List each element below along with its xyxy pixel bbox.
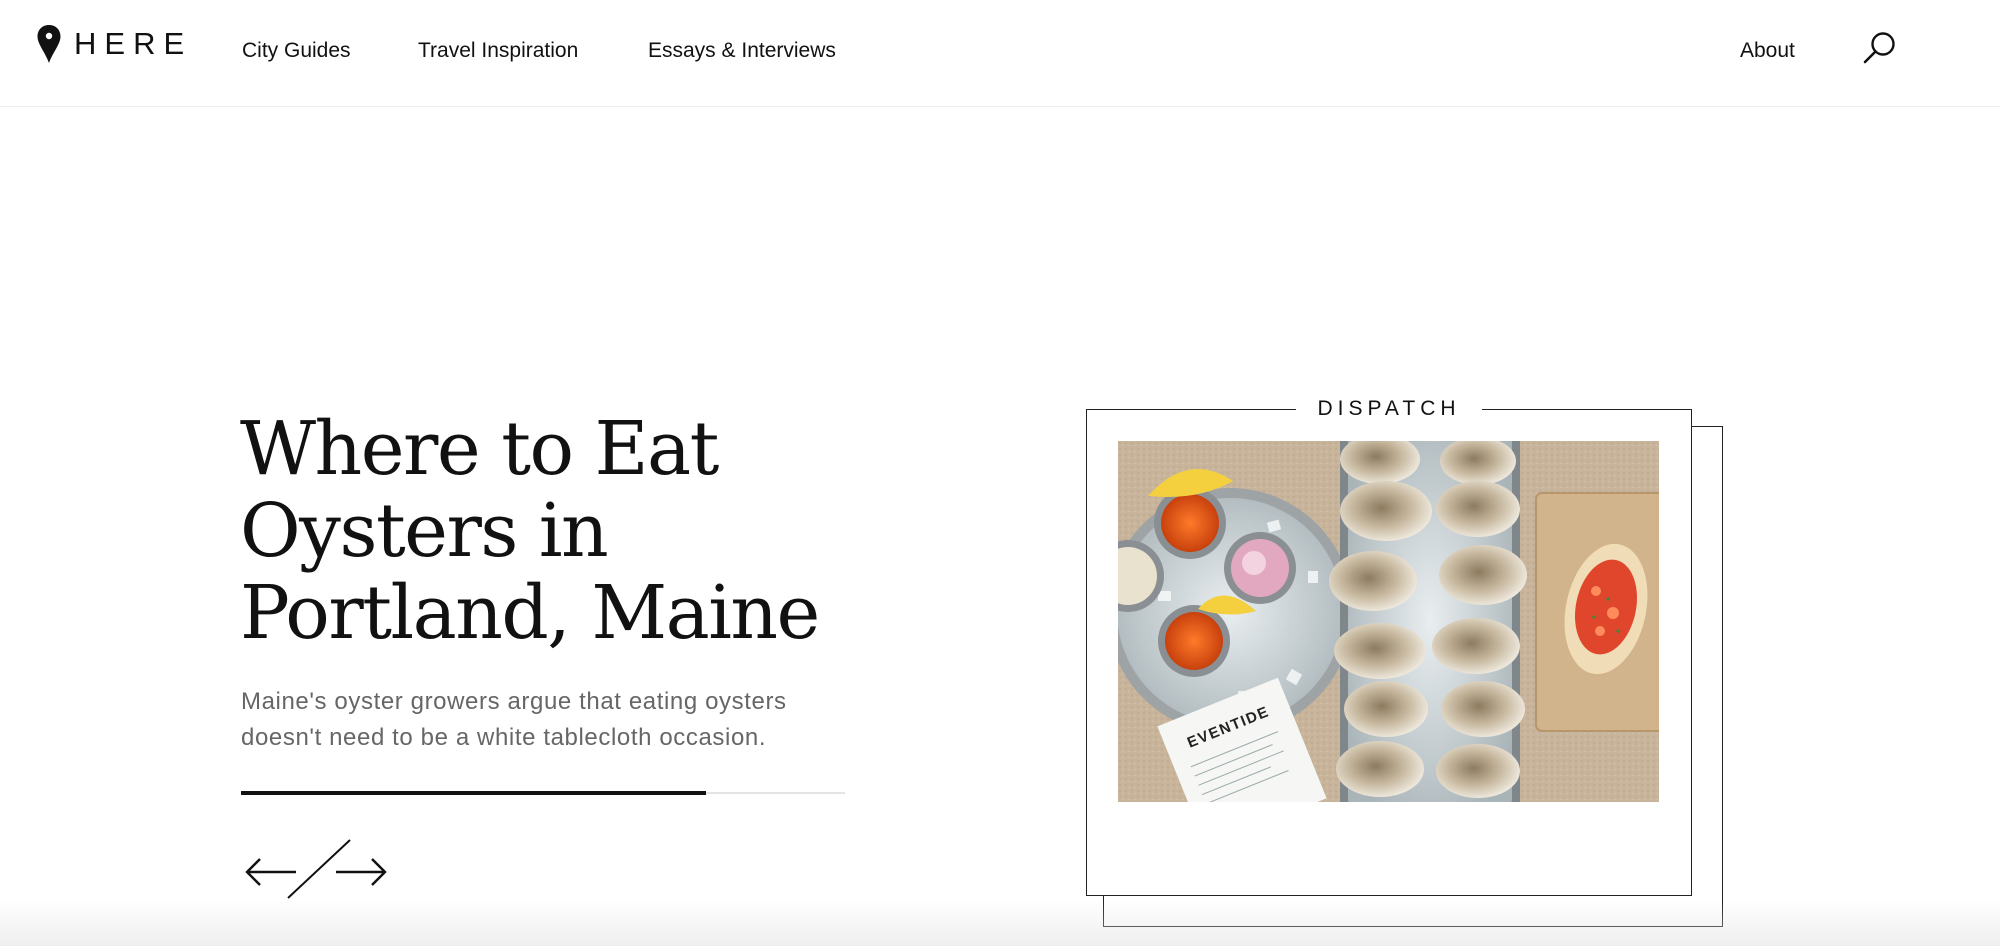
article-dek: Maine's oyster growers argue that eating… [241, 688, 787, 751]
arrow-right-icon[interactable] [334, 854, 388, 890]
oyster-platter-image: EVENTIDE [1118, 441, 1659, 802]
article-title[interactable]: Where to Eat Oysters in Portland, Maine [240, 408, 880, 654]
logo-text: HERE [74, 26, 193, 61]
card-kicker: DISPATCH [1296, 394, 1482, 424]
nav-city-guides[interactable]: City Guides [242, 36, 351, 66]
home-logo-link[interactable]: HERE [36, 24, 192, 64]
search-icon[interactable] [1862, 30, 1898, 66]
site-header: HERE City Guides Travel Inspiration Essa… [0, 0, 2000, 107]
nav-essays-interviews[interactable]: Essays & Interviews [648, 36, 836, 66]
nav-about[interactable]: About [1740, 36, 1795, 66]
slide-progress-fill [241, 791, 707, 795]
oyster-photo[interactable]: EVENTIDE [1118, 441, 1659, 802]
slide-progress-track [241, 791, 845, 795]
map-pin-icon [37, 25, 61, 63]
nav-travel-inspiration[interactable]: Travel Inspiration [418, 36, 578, 66]
